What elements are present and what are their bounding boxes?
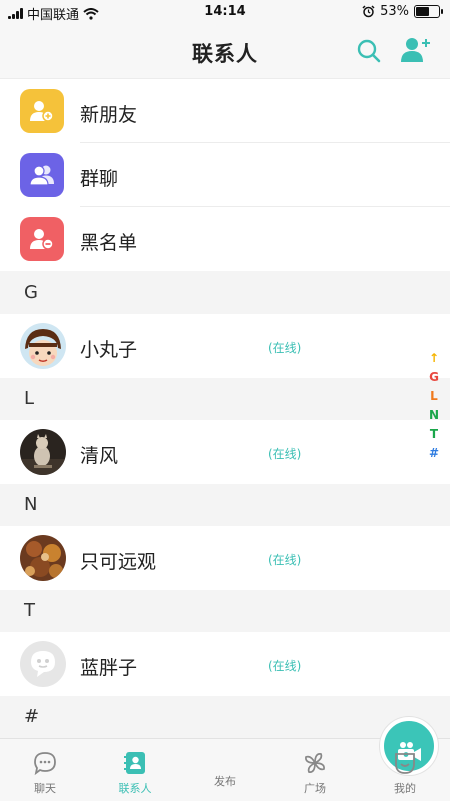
index-item-top[interactable]: ↑	[429, 350, 439, 367]
alarm-icon	[362, 5, 375, 18]
avatar	[20, 429, 66, 475]
contact-row[interactable]: 蓝胖子 (在线)	[0, 632, 450, 696]
section-header-n: N	[0, 484, 450, 526]
search-icon[interactable]	[356, 38, 382, 64]
avatar	[20, 323, 66, 369]
online-status: (在线)	[268, 553, 302, 567]
online-status: (在线)	[268, 447, 302, 461]
index-item-hash[interactable]: #	[429, 445, 439, 462]
battery-percent: 53%	[380, 4, 409, 19]
avatar	[20, 535, 66, 581]
section-letter: L	[24, 388, 35, 409]
profile-icon	[395, 753, 415, 774]
tab-label: 聊天	[34, 782, 56, 795]
add-contact-icon[interactable]	[400, 36, 430, 64]
index-item-n[interactable]: N	[429, 407, 439, 424]
menu-item-new-friends[interactable]: 新朋友	[0, 79, 450, 143]
chat-icon	[34, 752, 56, 776]
tab-contacts[interactable]: 联系人	[90, 739, 180, 801]
section-header-l: L	[0, 378, 450, 420]
contact-name: 只可远观	[80, 551, 157, 573]
pinwheel-icon	[305, 753, 325, 773]
tab-mine[interactable]: 我的	[360, 739, 450, 801]
section-header-g: G	[0, 272, 450, 314]
nav-bar: 联系人	[0, 24, 450, 79]
contact-name: 清风	[80, 445, 119, 467]
avatar	[20, 641, 66, 687]
online-status: (在线)	[268, 341, 302, 355]
online-status: (在线)	[268, 659, 302, 673]
section-letter: T	[24, 600, 35, 621]
tab-bar: 聊天 联系人 发布 广场 我的	[0, 717, 450, 801]
section-letter: N	[24, 494, 38, 515]
menu-item-label: 群聊	[80, 168, 119, 190]
tab-label: 发布	[214, 775, 236, 788]
contacts-icon	[124, 752, 145, 774]
tab-label: 我的	[394, 782, 416, 795]
block-user-icon	[20, 217, 64, 261]
index-item-g[interactable]: G	[429, 369, 439, 386]
group-icon	[20, 153, 64, 197]
tab-publish[interactable]: 发布	[180, 717, 438, 801]
page-title: 联系人	[192, 42, 258, 66]
section-letter: #	[24, 706, 40, 727]
contact-row[interactable]: 只可远观 (在线)	[0, 526, 450, 590]
tab-label: 联系人	[118, 782, 152, 795]
battery-icon	[414, 5, 443, 18]
contact-row[interactable]: 清风 (在线)	[0, 420, 450, 484]
contact-name: 蓝胖子	[80, 657, 138, 679]
contact-row[interactable]: 小丸子 (在线)	[0, 314, 450, 378]
tab-label: 广场	[304, 782, 326, 795]
status-bar: 中国联通 14:14 53%	[0, 0, 450, 24]
menu-item-label: 黑名单	[80, 232, 138, 254]
alphabet-index-bar[interactable]: ↑ G L N T #	[426, 350, 442, 462]
section-header-t: T	[0, 590, 450, 632]
menu-item-group-chat[interactable]: 群聊	[0, 143, 450, 207]
section-letter: G	[24, 282, 38, 303]
menu-item-label: 新朋友	[80, 104, 138, 126]
menu-item-blacklist[interactable]: 黑名单	[0, 207, 450, 271]
index-item-l[interactable]: L	[430, 388, 438, 405]
status-right: 53%	[362, 4, 443, 19]
index-item-t[interactable]: T	[430, 426, 438, 443]
tab-square[interactable]: 广场	[270, 739, 360, 801]
add-user-icon	[20, 89, 64, 133]
tab-chat[interactable]: 聊天	[0, 739, 90, 801]
contact-name: 小丸子	[80, 339, 138, 361]
